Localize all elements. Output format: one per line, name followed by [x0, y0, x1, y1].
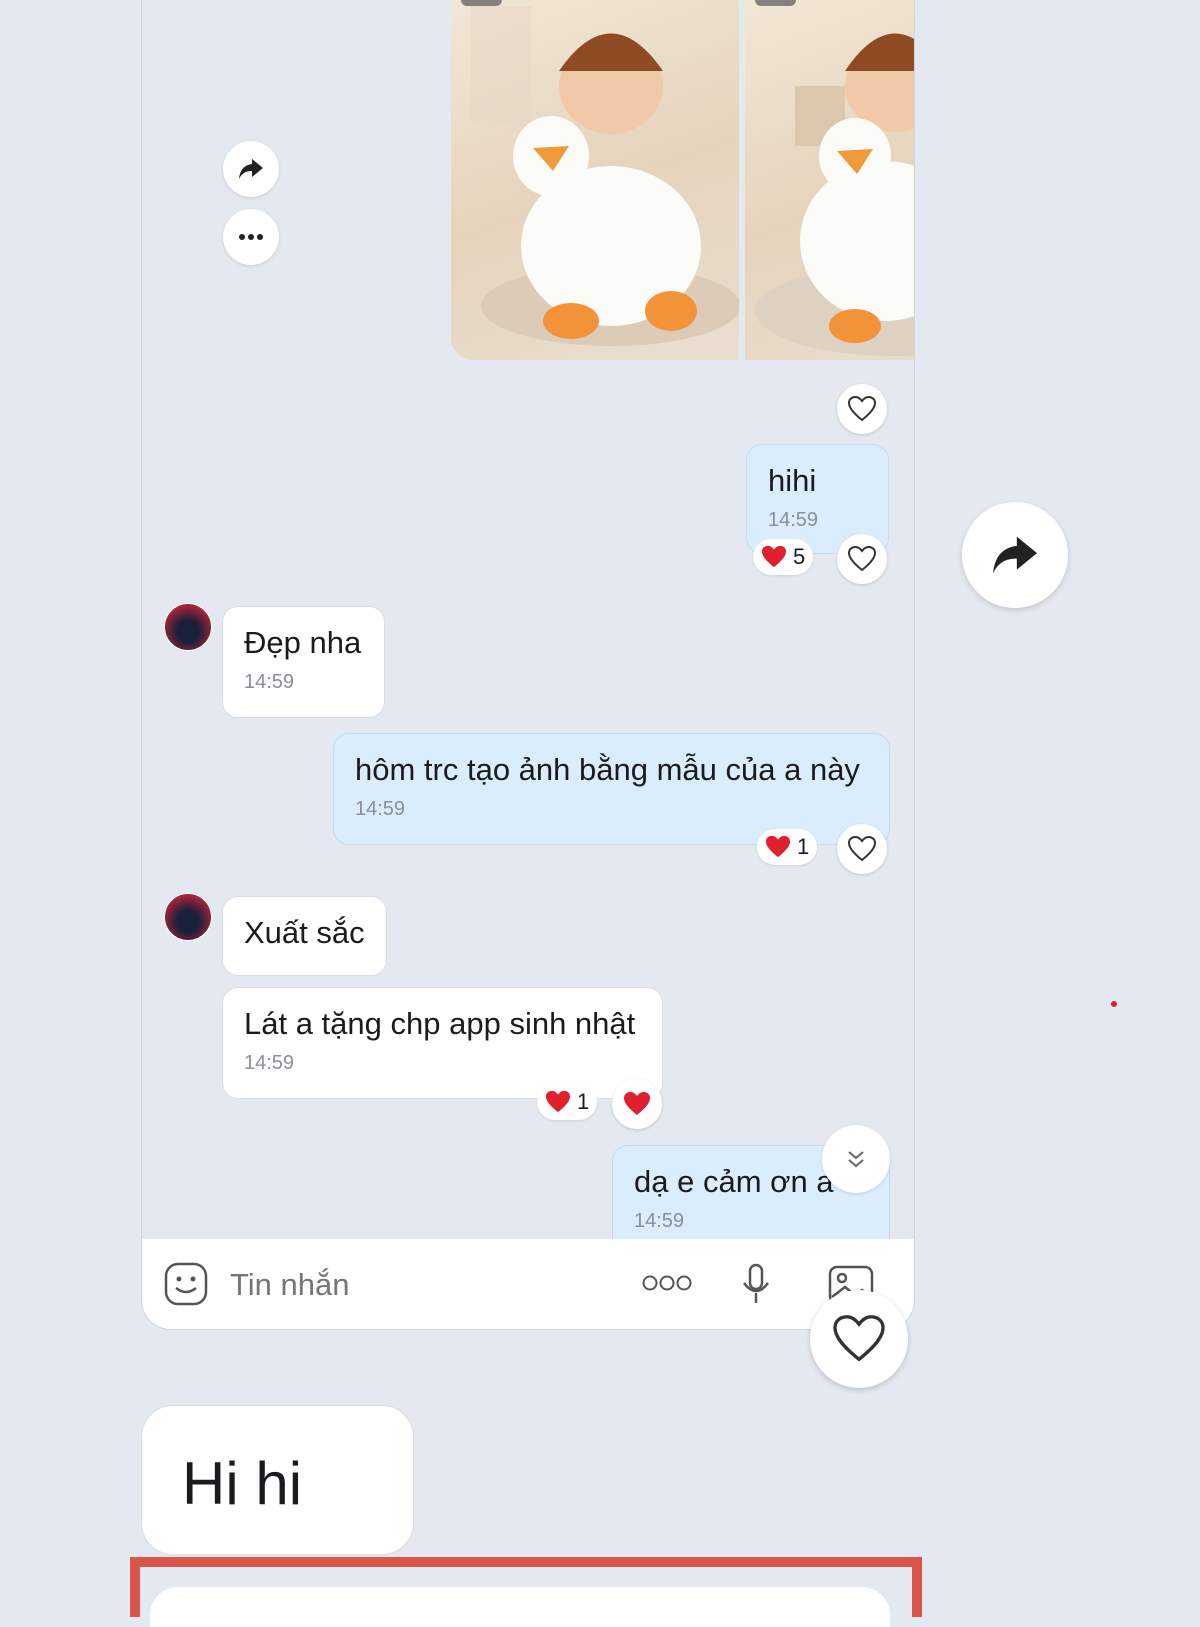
heart-outline-icon	[848, 836, 876, 862]
incoming-message[interactable]: Xuất sắc	[222, 896, 387, 976]
share-arrow-icon	[239, 159, 263, 179]
preview-message-bubble[interactable]: Hi hi	[141, 1405, 414, 1555]
reaction-count: 5	[793, 544, 806, 569]
emoji-icon[interactable]	[164, 1262, 208, 1306]
reaction-summary[interactable]: 1	[537, 1084, 598, 1120]
avatar[interactable]	[164, 603, 212, 651]
heart-filled-icon	[766, 835, 790, 858]
preview-text: Hi hi	[182, 1450, 303, 1517]
forward-button[interactable]	[962, 502, 1068, 608]
share-button[interactable]	[223, 141, 279, 197]
heart-outline-icon	[848, 396, 876, 422]
hd-badge: HD	[755, 0, 797, 6]
selection-highlight-frame	[130, 1557, 922, 1627]
chevron-double-down-icon	[848, 1151, 864, 1168]
scroll-to-bottom-button[interactable]	[822, 1125, 890, 1193]
incoming-message[interactable]: Lát a tặng chp app sinh nhật 14:59	[222, 987, 663, 1099]
heart-outline-icon	[833, 1315, 885, 1362]
reaction-summary[interactable]: 1	[757, 829, 818, 865]
message-time: 14:59	[244, 671, 295, 693]
message-text: hôm trc tạo ảnh bằng mẫu của a này	[355, 752, 860, 787]
avatar[interactable]	[164, 893, 212, 941]
react-heart-button[interactable]	[837, 824, 887, 874]
message-text: Xuất sắc	[244, 915, 365, 950]
hd-badge: HD	[461, 0, 503, 6]
more-dots-icon[interactable]	[642, 1275, 692, 1291]
heart-filled-icon	[624, 1092, 650, 1115]
more-options-button[interactable]	[223, 209, 279, 265]
outgoing-message[interactable]: hôm trc tạo ảnh bằng mẫu của a này 14:59	[333, 733, 890, 845]
heart-filled-icon	[546, 1090, 570, 1113]
message-text: Lát a tặng chp app sinh nhật	[244, 1006, 636, 1041]
heart-filled-icon	[762, 545, 786, 568]
message-text: hihi	[768, 463, 817, 498]
heart-outline-icon	[848, 546, 876, 572]
message-time: 14:59	[355, 798, 406, 820]
react-heart-button[interactable]	[837, 384, 887, 434]
message-text: Đẹp nha	[244, 625, 362, 660]
message-time: 14:59	[768, 509, 819, 531]
incoming-message[interactable]: Đẹp nha 14:59	[222, 606, 385, 718]
red-dot-indicator	[1111, 1001, 1117, 1007]
message-time: 14:59	[634, 1210, 685, 1232]
reaction-summary[interactable]: 5	[753, 539, 814, 575]
mic-icon[interactable]	[740, 1263, 772, 1307]
photo-thumbnail[interactable]: HD	[745, 0, 914, 360]
message-input[interactable]	[228, 1261, 592, 1309]
baby-photo-art	[755, 33, 914, 356]
reaction-count: 1	[577, 1089, 590, 1114]
message-composer	[142, 1239, 914, 1329]
next-item-peek	[150, 1587, 890, 1627]
share-arrow-icon	[993, 536, 1037, 574]
message-time: 14:59	[244, 1052, 295, 1074]
baby-photo-art	[471, 6, 739, 346]
quick-react-heart-button[interactable]	[810, 1290, 908, 1388]
chat-panel: HD HD hihi 14:59	[141, 0, 915, 1330]
reaction-count: 1	[797, 834, 810, 859]
photo-thumbnail[interactable]: HD	[451, 0, 739, 360]
react-heart-button[interactable]	[612, 1079, 662, 1129]
more-dots-icon	[239, 234, 263, 240]
react-heart-button[interactable]	[837, 534, 887, 584]
